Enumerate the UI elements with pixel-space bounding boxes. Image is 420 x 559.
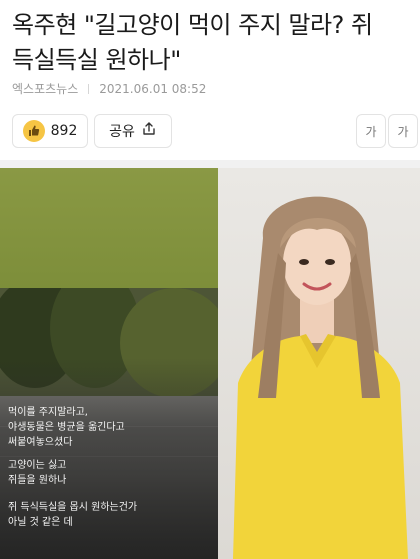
caption-line: 아닐 것 같은 데 (8, 517, 73, 528)
portrait-illustration (233, 196, 408, 559)
caption-line: 쥐들을 원하나 (8, 475, 67, 486)
caption-line: 먹이를 주지말라고, (8, 407, 88, 418)
publish-datetime: 2021.06.01 08:52 (99, 81, 207, 96)
article-title-line-1: 옥주현 "길고양이 먹이 주지 말라? 쥐 (12, 11, 373, 39)
font-size-decrease-button[interactable]: 가 (356, 114, 386, 148)
photo-street-scene: 먹이를 주지말라고, 야생동물은 병균을 옮긴다고 써붙여놓으셨다 고양이는 싫… (0, 288, 218, 559)
section-divider (0, 160, 420, 168)
caption-line: 써붙여놓으셨다 (8, 437, 73, 448)
thumbs-up-icon (22, 120, 45, 142)
article-photo[interactable]: 먹이를 주지말라고, 야생동물은 병균을 옮긴다고 써붙여놓으셨다 고양이는 싫… (0, 168, 420, 559)
share-label: 공유 (109, 124, 135, 140)
like-button[interactable]: 892 (12, 114, 88, 148)
article-meta: 엑스포츠뉴스 2021.06.01 08:52 (12, 80, 206, 97)
article-title-line-2: 득실득실 원하나" (12, 46, 181, 74)
meta-divider (88, 83, 90, 94)
article-title: 옥주현 "길고양이 먹이 주지 말라? 쥐 득실득실 원하나" (12, 8, 412, 78)
caption-line: 고양이는 싫고 (8, 460, 67, 471)
like-count: 892 (50, 123, 78, 139)
news-source[interactable]: 엑스포츠뉴스 (12, 80, 78, 97)
share-button[interactable]: 공유 (94, 114, 172, 148)
photo-left-panel: 먹이를 주지말라고, 야생동물은 병균을 옮긴다고 써붙여놓으셨다 고양이는 싫… (0, 168, 218, 559)
share-icon (141, 121, 157, 141)
font-size-increase-button[interactable]: 가 (388, 114, 418, 148)
photo-green-band (0, 168, 218, 288)
caption-line: 야생동물은 병균을 옮긴다고 (8, 422, 125, 433)
caption-line: 쥐 득식득실을 몹시 원하는건가 (8, 502, 138, 513)
article-actions: 892 공유 가 가 (12, 114, 418, 150)
photo-right-panel (218, 168, 420, 559)
